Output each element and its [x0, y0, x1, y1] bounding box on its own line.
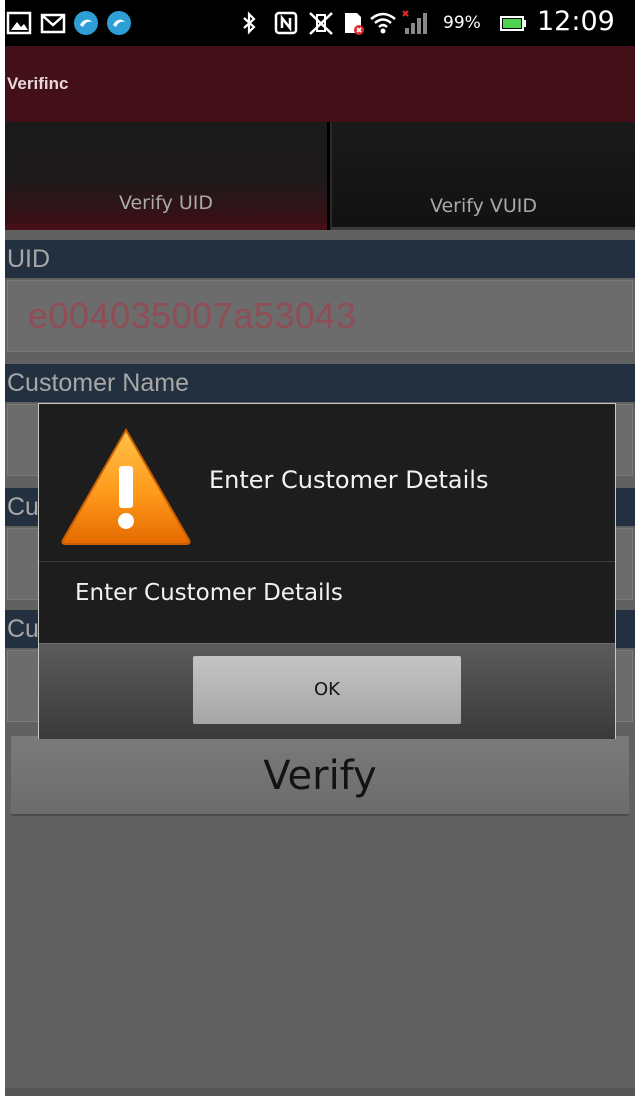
alert-dialog: Enter Customer Details Enter Customer De…	[38, 403, 616, 739]
verify-button[interactable]: Verify	[11, 736, 629, 816]
tab-verify-uid-label: Verify UID	[118, 192, 214, 214]
dialog-title: Enter Customer Details	[209, 466, 489, 494]
dialog-footer: OK	[39, 643, 615, 739]
action-bar: Verifinc	[5, 46, 635, 122]
uid-label: UID	[5, 240, 635, 278]
gmail-icon	[40, 13, 66, 34]
vibrate-off-icon	[309, 12, 333, 35]
app-icon	[74, 11, 98, 35]
tab-verify-vuid[interactable]: Verify VUID	[330, 122, 635, 230]
battery-icon	[500, 16, 526, 31]
warning-icon	[61, 427, 191, 545]
app-title: Verifinc	[7, 74, 69, 93]
uid-field[interactable]: e004035007a53043	[7, 280, 633, 352]
bottom-divider	[5, 1088, 635, 1096]
signal-icon	[402, 10, 427, 34]
dialog-header: Enter Customer Details	[39, 404, 615, 562]
tab-verify-uid[interactable]: Verify UID	[5, 122, 327, 230]
bluetooth-icon	[243, 11, 256, 35]
wifi-icon	[370, 12, 396, 34]
app-icon-2	[107, 11, 131, 35]
dialog-divider	[39, 561, 615, 562]
ok-button[interactable]: OK	[193, 656, 461, 724]
sim-error-icon	[345, 13, 364, 35]
tab-verify-vuid-label: Verify VUID	[429, 195, 538, 217]
uid-value: e004035007a53043	[28, 295, 357, 336]
nfc-icon	[274, 11, 298, 35]
tab-bar: Verify UID Verify VUID	[5, 122, 635, 230]
customer-name-label: Customer Name	[5, 364, 635, 402]
dialog-message: Enter Customer Details	[75, 580, 343, 606]
battery-percent: 99%	[443, 13, 481, 33]
clock: 12:09	[537, 6, 615, 37]
status-bar: 99% 12:09	[5, 0, 635, 46]
image-icon	[6, 11, 32, 35]
